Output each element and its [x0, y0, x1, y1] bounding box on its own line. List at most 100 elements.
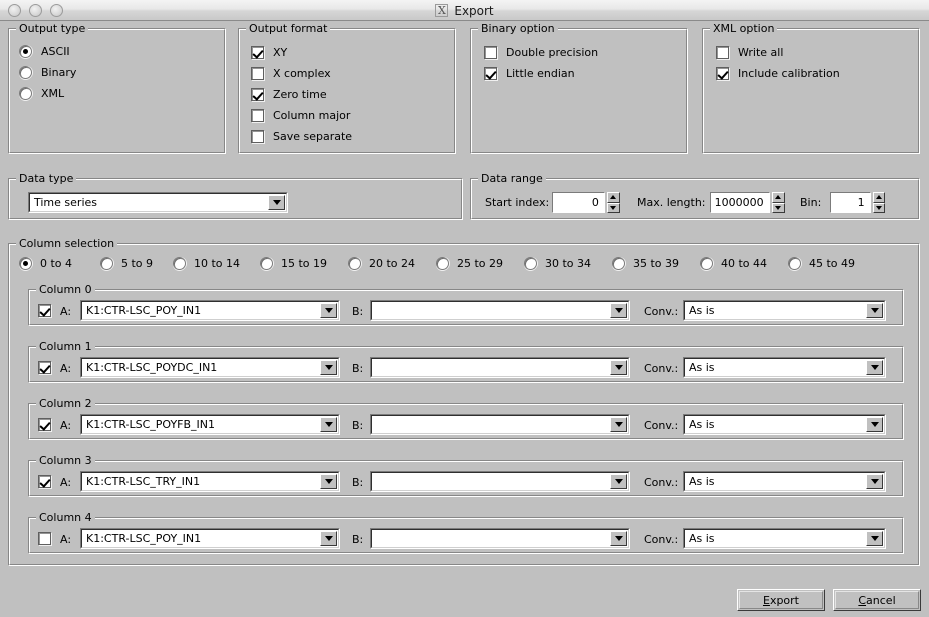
bin-arrows[interactable]: [872, 192, 885, 213]
chevron-down-icon[interactable]: [606, 202, 620, 213]
checkbox-output-format-column-major[interactable]: Column major: [251, 109, 350, 122]
radio-indicator[interactable]: [173, 257, 186, 270]
chevron-down-icon[interactable]: [610, 303, 627, 318]
column-4-a-combobox[interactable]: K1:CTR-LSC_POY_IN1: [80, 528, 340, 549]
checkbox-indicator[interactable]: [38, 475, 51, 488]
radio-range-5-9[interactable]: 5 to 9: [100, 257, 153, 270]
checkbox-indicator[interactable]: [716, 67, 729, 80]
checkbox-indicator[interactable]: [251, 46, 264, 59]
chevron-down-icon[interactable]: [610, 531, 627, 546]
column-3-a-combobox[interactable]: K1:CTR-LSC_TRY_IN1: [80, 471, 340, 492]
max-length-input[interactable]: 1000000: [710, 192, 770, 213]
column-0-conv-combobox[interactable]: As is: [683, 300, 886, 321]
column-2-conv-combobox[interactable]: As is: [683, 414, 886, 435]
checkbox-output-format-x-complex[interactable]: X complex: [251, 67, 331, 80]
radio-range-10-14[interactable]: 10 to 14: [173, 257, 240, 270]
column-4-b-combobox[interactable]: [370, 528, 630, 549]
chevron-down-icon[interactable]: [866, 303, 883, 318]
cancel-button[interactable]: Cancel: [833, 589, 921, 611]
chevron-up-icon[interactable]: [606, 192, 620, 203]
radio-output-type-xml[interactable]: XML: [19, 87, 64, 100]
data-type-combobox[interactable]: Time series: [28, 192, 288, 213]
chevron-up-icon[interactable]: [872, 192, 885, 203]
column-3-enable-checkbox[interactable]: [38, 475, 51, 488]
checkbox-indicator[interactable]: [484, 67, 497, 80]
checkbox-indicator[interactable]: [716, 46, 729, 59]
radio-indicator[interactable]: [612, 257, 625, 270]
column-0-enable-checkbox[interactable]: [38, 304, 51, 317]
checkbox-indicator[interactable]: [251, 88, 264, 101]
checkbox-binary-double-precision[interactable]: Double precision: [484, 46, 598, 59]
chevron-down-icon[interactable]: [610, 474, 627, 489]
column-1-b-combobox[interactable]: [370, 357, 630, 378]
column-4-enable-checkbox[interactable]: [38, 532, 51, 545]
column-2-a-combobox[interactable]: K1:CTR-LSC_POYFB_IN1: [80, 414, 340, 435]
checkbox-output-format-xy[interactable]: XY: [251, 46, 287, 59]
chevron-down-icon[interactable]: [320, 303, 337, 318]
radio-output-type-ascii[interactable]: ASCII: [19, 45, 70, 58]
radio-range-45-49[interactable]: 45 to 49: [788, 257, 855, 270]
checkbox-xml-write-all[interactable]: Write all: [716, 46, 783, 59]
checkbox-indicator[interactable]: [38, 361, 51, 374]
column-3-conv-combobox[interactable]: As is: [683, 471, 886, 492]
checkbox-indicator[interactable]: [38, 532, 51, 545]
radio-indicator[interactable]: [19, 87, 32, 100]
column-2-enable-checkbox[interactable]: [38, 418, 51, 431]
radio-indicator[interactable]: [19, 45, 32, 58]
column-1-enable-checkbox[interactable]: [38, 361, 51, 374]
column-1-conv-combobox[interactable]: As is: [683, 357, 886, 378]
start-index-input[interactable]: 0: [552, 192, 605, 213]
radio-indicator[interactable]: [524, 257, 537, 270]
chevron-down-icon[interactable]: [320, 360, 337, 375]
checkbox-output-format-save-separate[interactable]: Save separate: [251, 130, 352, 143]
checkbox-binary-little-endian[interactable]: Little endian: [484, 67, 575, 80]
chevron-down-icon[interactable]: [771, 202, 785, 213]
chevron-down-icon[interactable]: [866, 360, 883, 375]
start-index-arrows[interactable]: [606, 192, 620, 213]
radio-indicator[interactable]: [788, 257, 801, 270]
max-length-stepper[interactable]: 1000000: [710, 192, 785, 213]
radio-range-40-44[interactable]: 40 to 44: [700, 257, 767, 270]
checkbox-indicator[interactable]: [484, 46, 497, 59]
radio-range-0-4[interactable]: 0 to 4: [19, 257, 72, 270]
column-2-b-combobox[interactable]: [370, 414, 630, 435]
chevron-down-icon[interactable]: [320, 417, 337, 432]
chevron-down-icon[interactable]: [320, 531, 337, 546]
radio-indicator[interactable]: [19, 66, 32, 79]
start-index-stepper[interactable]: 0: [552, 192, 620, 213]
checkbox-xml-include-calibration[interactable]: Include calibration: [716, 67, 840, 80]
checkbox-indicator[interactable]: [38, 418, 51, 431]
radio-indicator[interactable]: [19, 257, 32, 270]
column-4-conv-combobox[interactable]: As is: [683, 528, 886, 549]
column-0-b-combobox[interactable]: [370, 300, 630, 321]
chevron-down-icon[interactable]: [872, 202, 885, 213]
radio-indicator[interactable]: [260, 257, 273, 270]
column-0-a-combobox[interactable]: K1:CTR-LSC_POY_IN1: [80, 300, 340, 321]
checkbox-indicator[interactable]: [251, 67, 264, 80]
bin-input[interactable]: 1: [830, 192, 871, 213]
export-button[interactable]: Export: [737, 589, 825, 611]
checkbox-indicator[interactable]: [251, 130, 264, 143]
chevron-down-icon[interactable]: [866, 417, 883, 432]
chevron-down-icon[interactable]: [320, 474, 337, 489]
radio-indicator[interactable]: [100, 257, 113, 270]
chevron-down-icon[interactable]: [268, 195, 285, 210]
chevron-up-icon[interactable]: [771, 192, 785, 203]
chevron-down-icon[interactable]: [610, 360, 627, 375]
radio-indicator[interactable]: [700, 257, 713, 270]
radio-range-25-29[interactable]: 25 to 29: [436, 257, 503, 270]
column-1-a-combobox[interactable]: K1:CTR-LSC_POYDC_IN1: [80, 357, 340, 378]
checkbox-indicator[interactable]: [251, 109, 264, 122]
chevron-down-icon[interactable]: [610, 417, 627, 432]
radio-indicator[interactable]: [348, 257, 361, 270]
radio-range-35-39[interactable]: 35 to 39: [612, 257, 679, 270]
radio-range-20-24[interactable]: 20 to 24: [348, 257, 415, 270]
radio-range-15-19[interactable]: 15 to 19: [260, 257, 327, 270]
checkbox-indicator[interactable]: [38, 304, 51, 317]
chevron-down-icon[interactable]: [866, 474, 883, 489]
radio-indicator[interactable]: [436, 257, 449, 270]
radio-range-30-34[interactable]: 30 to 34: [524, 257, 591, 270]
max-length-arrows[interactable]: [771, 192, 785, 213]
chevron-down-icon[interactable]: [866, 531, 883, 546]
column-3-b-combobox[interactable]: [370, 471, 630, 492]
